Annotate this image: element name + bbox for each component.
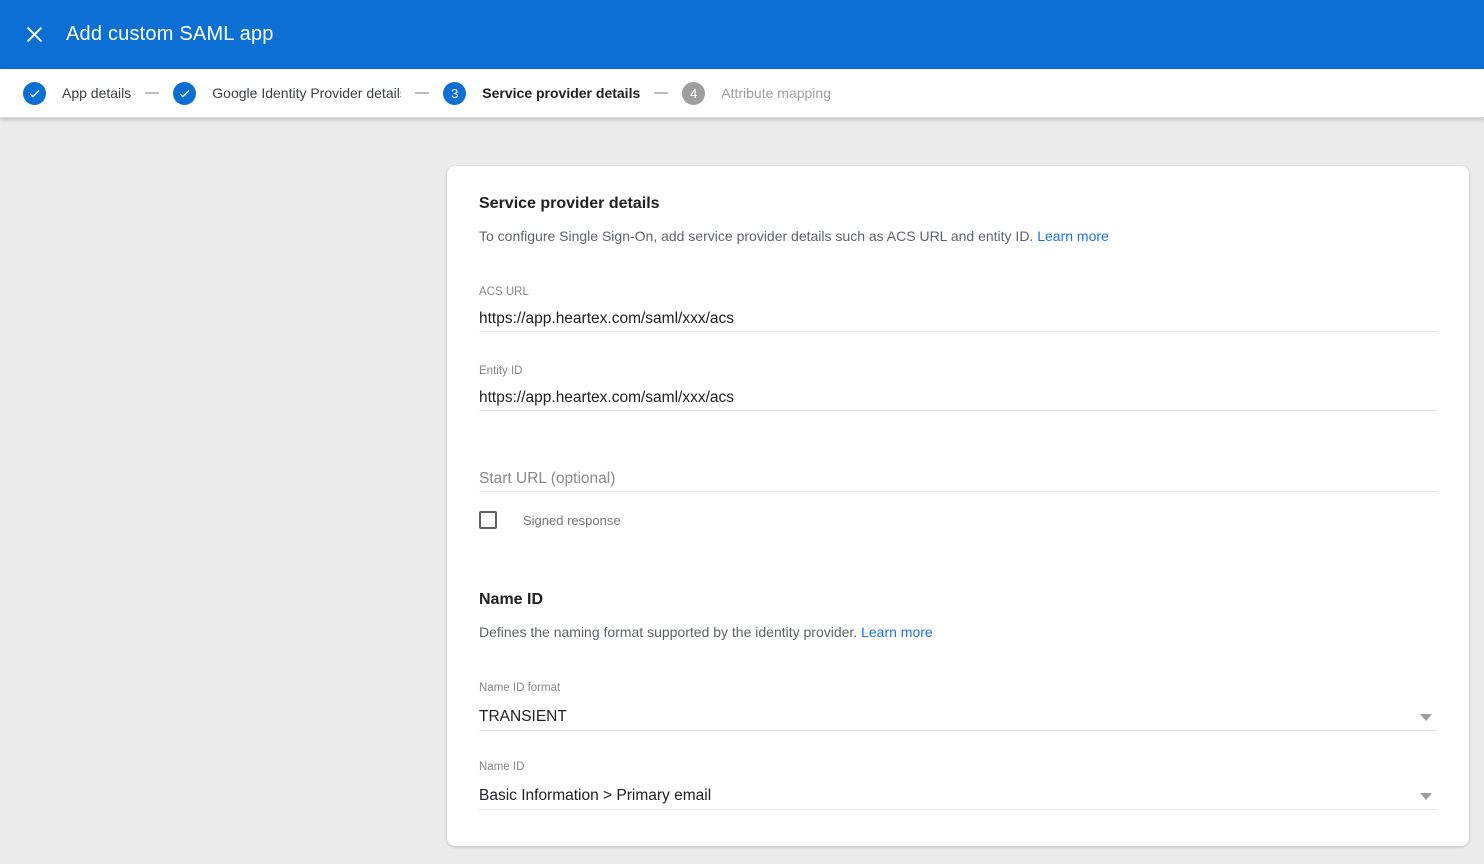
step-service-provider-details[interactable]: 3 Service provider details <box>443 82 640 105</box>
step-app-details[interactable]: App details <box>23 82 131 105</box>
step-number-badge: 3 <box>443 82 466 105</box>
step-separator <box>415 92 429 94</box>
step-google-idp-details[interactable]: Google Identity Provider details <box>173 82 401 105</box>
section-description-text: To configure Single Sign-On, add service… <box>479 228 1033 244</box>
section-description-text: Defines the naming format supported by t… <box>479 624 857 640</box>
step-complete-check-icon <box>173 82 196 105</box>
entity-id-label: Entity ID <box>479 365 1437 378</box>
stepper: App details Google Identity Provider det… <box>0 69 1484 118</box>
acs-url-field-group: ACS URL <box>479 286 1437 332</box>
section-description: To configure Single Sign-On, add service… <box>479 228 1437 245</box>
step-separator <box>145 92 159 94</box>
step-label: Attribute mapping <box>721 85 831 101</box>
start-url-field-group <box>479 469 1437 492</box>
step-separator <box>654 92 668 94</box>
name-id-format-select[interactable]: TRANSIENT <box>479 707 1437 731</box>
acs-url-label: ACS URL <box>479 286 1437 299</box>
service-provider-card: Service provider details To configure Si… <box>447 166 1469 846</box>
step-label: App details <box>62 85 131 101</box>
learn-more-link[interactable]: Learn more <box>861 624 933 640</box>
signed-response-checkbox[interactable] <box>479 511 497 529</box>
entity-id-input[interactable] <box>479 388 1437 411</box>
step-attribute-mapping[interactable]: 4 Attribute mapping <box>682 82 831 105</box>
step-number-badge: 4 <box>682 82 705 105</box>
step-complete-check-icon <box>23 82 46 105</box>
chevron-down-icon <box>1420 714 1432 721</box>
section-title-name-id: Name ID <box>479 590 1437 610</box>
chevron-down-icon <box>1420 793 1432 800</box>
step-label: Google Identity Provider details <box>212 85 401 101</box>
section-description: Defines the naming format supported by t… <box>479 624 1437 641</box>
step-label: Service provider details <box>482 85 640 101</box>
close-button[interactable] <box>14 15 54 55</box>
acs-url-input[interactable] <box>479 309 1437 332</box>
name-id-format-label: Name ID format <box>479 682 1437 695</box>
signed-response-label: Signed response <box>523 513 621 528</box>
name-id-group: Name ID Basic Information > Primary emai… <box>479 761 1437 810</box>
dialog-title: Add custom SAML app <box>66 23 274 46</box>
close-icon <box>25 25 44 44</box>
app-bar: Add custom SAML app <box>0 0 1484 69</box>
start-url-input[interactable] <box>479 469 1437 492</box>
name-id-value: Basic Information > Primary email <box>479 787 711 804</box>
content-area: Service provider details To configure Si… <box>0 118 1484 864</box>
entity-id-field-group: Entity ID <box>479 365 1437 411</box>
name-id-format-group: Name ID format TRANSIENT <box>479 682 1437 731</box>
name-id-label: Name ID <box>479 761 1437 774</box>
section-title-service-provider: Service provider details <box>479 194 1437 214</box>
signed-response-row[interactable]: Signed response <box>479 511 1437 529</box>
learn-more-link[interactable]: Learn more <box>1037 228 1109 244</box>
name-id-select[interactable]: Basic Information > Primary email <box>479 786 1437 810</box>
name-id-format-value: TRANSIENT <box>479 708 567 725</box>
